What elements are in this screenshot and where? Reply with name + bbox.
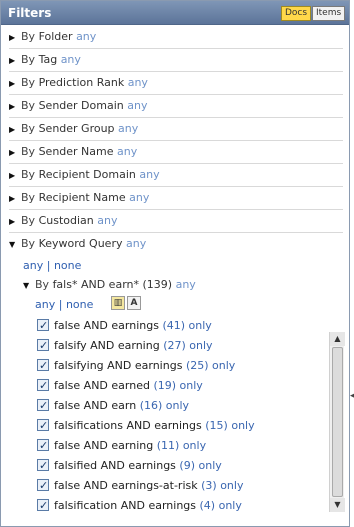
facet-label: Sender Group bbox=[38, 122, 115, 135]
docs-toggle-button[interactable]: Docs bbox=[281, 6, 312, 21]
checkbox-checked-icon[interactable] bbox=[37, 437, 49, 455]
facet-sender-domain[interactable]: ▶ By Sender Domain any bbox=[9, 95, 343, 118]
list-item[interactable]: falsified AND earnings (9) only bbox=[37, 457, 222, 477]
only-link[interactable]: only bbox=[231, 419, 254, 432]
facet-sender-name[interactable]: ▶ By Sender Name any bbox=[9, 141, 343, 164]
panel-title: Filters bbox=[8, 6, 52, 20]
list-item[interactable]: false AND earn (16) only bbox=[37, 397, 189, 417]
facet-label: Custodian bbox=[38, 214, 94, 227]
scroll-up-arrow-icon[interactable]: ▲ bbox=[330, 332, 345, 346]
facet-label: Sender Name bbox=[38, 145, 114, 158]
list-item[interactable]: false AND earned (19) only bbox=[37, 377, 203, 397]
only-link[interactable]: only bbox=[212, 359, 235, 372]
checkbox-checked-icon[interactable] bbox=[37, 477, 49, 495]
checkbox-checked-icon[interactable] bbox=[37, 377, 49, 395]
only-link[interactable]: only bbox=[180, 379, 203, 392]
triangle-right-icon[interactable]: ▶ bbox=[9, 50, 21, 72]
triangle-right-icon[interactable]: ▶ bbox=[9, 165, 21, 187]
term-list-scrollbar[interactable]: ▲ ▼ bbox=[329, 332, 345, 512]
checkbox-checked-icon[interactable] bbox=[37, 357, 49, 375]
facet-label: Recipient Name bbox=[38, 191, 126, 204]
triangle-down-icon[interactable]: ▼ bbox=[23, 281, 35, 290]
list-item[interactable]: false AND earning (11) only bbox=[37, 437, 206, 457]
only-link[interactable]: only bbox=[189, 319, 212, 332]
facet-label: Keyword Query bbox=[38, 237, 123, 250]
facet-any-link[interactable]: any bbox=[127, 99, 147, 112]
facet-recipient-name[interactable]: ▶ By Recipient Name any bbox=[9, 187, 343, 210]
facet-any-link[interactable]: any bbox=[97, 214, 117, 227]
sub-any-link[interactable]: any bbox=[35, 298, 55, 311]
list-item[interactable]: false AND earnings-at-risk (3) only bbox=[37, 477, 243, 497]
facet-label: Prediction Rank bbox=[38, 76, 125, 89]
only-link[interactable]: only bbox=[166, 399, 189, 412]
triangle-right-icon[interactable]: ▶ bbox=[9, 188, 21, 210]
term-grid-icon[interactable]: ▥ bbox=[111, 296, 125, 310]
sub-any-none: any | none bbox=[35, 298, 94, 311]
list-item[interactable]: false AND earnings (41) only bbox=[37, 317, 212, 337]
facet-label: Sender Domain bbox=[38, 99, 124, 112]
triangle-right-icon[interactable]: ▶ bbox=[9, 27, 21, 49]
items-toggle-button[interactable]: Items bbox=[312, 6, 346, 21]
triangle-right-icon[interactable]: ▶ bbox=[9, 211, 21, 233]
only-link[interactable]: only bbox=[183, 439, 206, 452]
filters-header: Filters Docs Items bbox=[1, 1, 349, 25]
keyword-any-none: any | none bbox=[23, 259, 82, 272]
sub-none-link[interactable]: none bbox=[66, 298, 93, 311]
facet-any-link[interactable]: any bbox=[61, 53, 81, 66]
facet-keyword-query[interactable]: ▼ By Keyword Query any bbox=[9, 233, 343, 256]
scroll-down-arrow-icon[interactable]: ▼ bbox=[330, 498, 345, 512]
any-link[interactable]: any bbox=[23, 259, 43, 272]
facet-any-link[interactable]: any bbox=[126, 237, 146, 250]
checkbox-checked-icon[interactable] bbox=[37, 457, 49, 475]
list-item[interactable]: falsifying AND earnings (25) only bbox=[37, 357, 235, 377]
term-font-icon[interactable]: A bbox=[127, 296, 141, 310]
facet-any-link[interactable]: any bbox=[129, 191, 149, 204]
only-link[interactable]: only bbox=[199, 459, 222, 472]
facet-recipient-domain[interactable]: ▶ By Recipient Domain any bbox=[9, 164, 343, 187]
triangle-right-icon[interactable]: ▶ bbox=[9, 119, 21, 141]
checkbox-checked-icon[interactable] bbox=[37, 497, 49, 515]
only-link[interactable]: only bbox=[219, 499, 242, 512]
facet-prediction-rank[interactable]: ▶ By Prediction Rank any bbox=[9, 72, 343, 95]
facet-sender-group[interactable]: ▶ By Sender Group any bbox=[9, 118, 343, 141]
sub-query-fals-earn[interactable]: ▼ By fals* AND earn* (139) any bbox=[23, 278, 196, 291]
facet-label: Tag bbox=[38, 53, 58, 66]
checkbox-checked-icon[interactable] bbox=[37, 397, 49, 415]
checkbox-checked-icon[interactable] bbox=[37, 337, 49, 355]
facet-custodian[interactable]: ▶ By Custodian any bbox=[9, 210, 343, 233]
facet-any-link[interactable]: any bbox=[118, 122, 138, 135]
filters-panel: Filters Docs Items ▶ By Folder any ▶ By Ta… bbox=[0, 0, 350, 527]
checkbox-checked-icon[interactable] bbox=[37, 417, 49, 435]
triangle-right-icon[interactable]: ▶ bbox=[9, 96, 21, 118]
facet-any-link[interactable]: any bbox=[128, 76, 148, 89]
facet-label: Folder bbox=[38, 30, 73, 43]
triangle-right-icon[interactable]: ▶ bbox=[9, 73, 21, 95]
sub-any-link[interactable]: any bbox=[176, 278, 196, 291]
only-link[interactable]: only bbox=[220, 479, 243, 492]
facet-any-link[interactable]: any bbox=[76, 30, 96, 43]
none-link[interactable]: none bbox=[54, 259, 81, 272]
facet-any-link[interactable]: any bbox=[139, 168, 159, 181]
list-item[interactable]: falsify AND earning (27) only bbox=[37, 337, 213, 357]
triangle-right-icon[interactable]: ▶ bbox=[9, 142, 21, 164]
facet-label: Recipient Domain bbox=[38, 168, 136, 181]
facet-tag[interactable]: ▶ By Tag any bbox=[9, 49, 343, 72]
facet-folder[interactable]: ▶ By Folder any bbox=[9, 26, 343, 49]
scroll-thumb[interactable] bbox=[332, 347, 343, 497]
list-item[interactable]: falsification AND earnings (4) only bbox=[37, 497, 242, 517]
checkbox-checked-icon[interactable] bbox=[37, 317, 49, 335]
list-item[interactable]: falsifications AND earnings (15) only bbox=[37, 417, 255, 437]
panel-resize-arrow-icon[interactable]: ◀ bbox=[350, 391, 354, 401]
triangle-down-icon[interactable]: ▼ bbox=[9, 234, 21, 256]
facet-any-link[interactable]: any bbox=[117, 145, 137, 158]
only-link[interactable]: only bbox=[189, 339, 212, 352]
